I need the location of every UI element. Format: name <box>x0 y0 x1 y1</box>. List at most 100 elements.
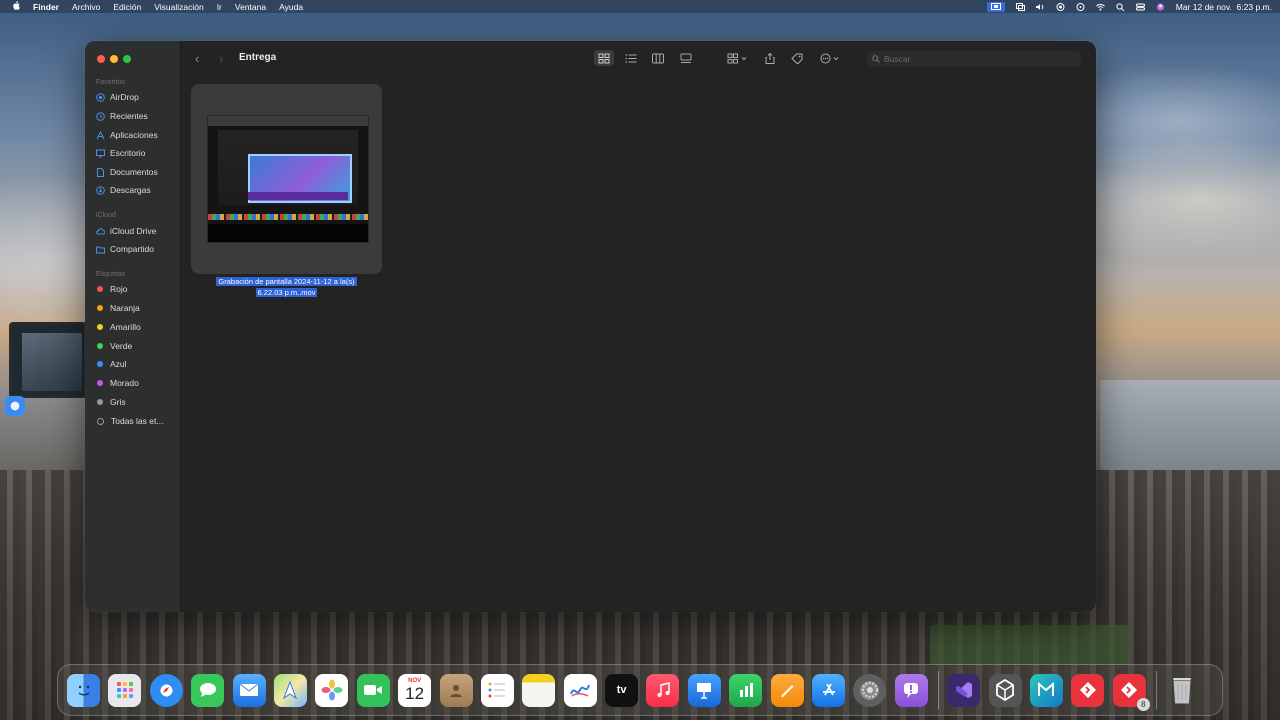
mail-icon[interactable] <box>232 673 266 707</box>
maps-icon[interactable] <box>273 673 307 707</box>
column-view-button[interactable] <box>651 52 665 64</box>
sidebar-tag-morado[interactable]: Morado <box>96 378 139 388</box>
menu-clock[interactable]: Mar 12 de nov. 6:23 p.m. <box>1176 2 1272 12</box>
volume-icon[interactable] <box>1035 3 1045 11</box>
sidebar-item-airdrop[interactable]: AirDrop <box>96 92 139 102</box>
list-view-button[interactable] <box>624 52 638 64</box>
unity-icon[interactable] <box>988 673 1022 707</box>
download-icon <box>96 185 105 195</box>
sidebar-tag-naranja[interactable]: Naranja <box>96 303 140 313</box>
sidebar-item-icloud-drive[interactable]: iCloud Drive <box>96 226 156 236</box>
search-icon <box>872 50 880 68</box>
window-controls <box>97 55 131 63</box>
visual-studio-icon[interactable] <box>947 673 981 707</box>
apple-menu-icon[interactable] <box>12 1 20 12</box>
back-icon[interactable]: ‹ <box>195 51 199 66</box>
sidebar-item-escritorio[interactable]: Escritorio <box>96 148 145 158</box>
sidebar-tag-label: Rojo <box>110 284 128 294</box>
sidebar-item-recientes[interactable]: Recientes <box>96 111 148 121</box>
gitkraken-icon[interactable]: 8 <box>1112 673 1150 711</box>
menu-edicion[interactable]: Edición <box>113 2 141 12</box>
gallery-view-button[interactable] <box>679 52 693 64</box>
contacts-icon[interactable] <box>439 673 473 707</box>
menu-archivo[interactable]: Archivo <box>72 2 100 12</box>
clock-icon <box>96 111 105 121</box>
menu-ayuda[interactable]: Ayuda <box>279 2 303 12</box>
sidebar-tag-amarillo[interactable]: Amarillo <box>96 322 141 332</box>
sidebar-item-label: Escritorio <box>110 148 146 158</box>
user-avatar-icon[interactable] <box>1156 2 1165 11</box>
messages-icon[interactable] <box>191 673 225 707</box>
siri-icon[interactable] <box>1056 2 1065 11</box>
sidebar-item-aplicaciones[interactable]: Aplicaciones <box>96 130 158 140</box>
feedback-assistant-icon[interactable] <box>894 673 928 707</box>
calendar-day: 12 <box>405 683 425 703</box>
icon-view-button[interactable] <box>594 50 614 66</box>
tag-button[interactable] <box>790 52 804 64</box>
sidebar-item-label: Recientes <box>110 111 148 121</box>
calendar-icon[interactable]: NOV 12 <box>398 673 432 707</box>
music-icon[interactable] <box>646 673 680 707</box>
zoom-button[interactable] <box>123 55 131 63</box>
launchpad-icon[interactable] <box>108 673 142 707</box>
menu-ventana[interactable]: Ventana <box>235 2 266 12</box>
reminders-icon[interactable] <box>480 673 514 707</box>
file-name-label[interactable]: Grabación de pantalla 2024-11-12 a la(s)… <box>191 276 382 298</box>
spotlight-search-icon[interactable] <box>1116 2 1125 11</box>
sidebar-item-documentos[interactable]: Documentos <box>96 167 158 177</box>
menu-ir[interactable]: Ir <box>217 2 222 12</box>
share-button[interactable] <box>763 52 777 64</box>
photos-icon[interactable] <box>315 673 349 707</box>
sidebar-tag-all[interactable]: Todas las et... <box>96 416 163 426</box>
sidebar-item-compartido[interactable]: Compartido <box>96 244 154 254</box>
minimize-button[interactable] <box>110 55 118 63</box>
sidebar-item-descargas[interactable]: Descargas <box>96 185 151 195</box>
sidebar-tag-label: Gris <box>110 397 126 407</box>
group-icon <box>727 53 747 63</box>
file-item-selected[interactable] <box>191 84 382 274</box>
group-button[interactable] <box>726 52 750 64</box>
search-placeholder: Buscar <box>884 54 911 64</box>
finder-icon[interactable] <box>67 673 100 707</box>
stage-manager-icon[interactable] <box>1015 2 1025 11</box>
more-actions-button[interactable] <box>819 52 843 64</box>
app-store-icon[interactable] <box>812 673 846 707</box>
keynote-icon[interactable] <box>687 673 721 707</box>
search-field[interactable]: Buscar <box>866 51 1081 67</box>
menu-visualizacion[interactable]: Visualización <box>154 2 203 12</box>
git-icon[interactable] <box>1071 673 1105 707</box>
desktop-window-thumbnail[interactable] <box>9 322 87 398</box>
notification-badge: 8 <box>1136 697 1150 711</box>
apple-tv-icon[interactable]: tv <box>605 673 639 707</box>
window-title: Entrega <box>239 52 277 63</box>
sidebar-tag-verde[interactable]: Verde <box>96 341 132 351</box>
facetime-icon[interactable] <box>356 673 390 707</box>
control-center-icon[interactable] <box>1135 3 1145 11</box>
focus-icon[interactable] <box>1076 2 1085 11</box>
sidebar-tag-rojo[interactable]: Rojo <box>96 284 127 294</box>
sidebar-section-favorites: Favoritos <box>96 79 125 86</box>
sidebar-tag-azul[interactable]: Azul <box>96 359 127 369</box>
freeform-icon[interactable] <box>563 673 597 707</box>
close-button[interactable] <box>97 55 105 63</box>
shared-folder-icon <box>96 245 105 254</box>
forward-icon[interactable]: › <box>219 51 223 66</box>
notes-icon[interactable] <box>522 673 556 707</box>
safari-icon[interactable] <box>5 396 25 416</box>
tag-color-dot <box>97 286 103 292</box>
file-name-line1: Grabación de pantalla 2024-11-12 a la(s) <box>216 277 357 286</box>
pages-icon[interactable] <box>770 673 804 707</box>
finder-toolbar: ‹ › Entrega Buscar <box>181 41 1096 77</box>
screen-recording-icon[interactable] <box>986 1 1005 12</box>
menu-app-name[interactable]: Finder <box>33 2 59 12</box>
numbers-icon[interactable] <box>729 673 763 707</box>
safari-dock-icon[interactable] <box>149 673 183 707</box>
unity-hub-icon[interactable] <box>1029 673 1063 707</box>
tag-color-dot <box>97 361 103 367</box>
system-settings-icon[interactable] <box>853 673 887 707</box>
menu-bar: Finder Archivo Edición Visualización Ir … <box>0 0 1280 13</box>
sidebar-tag-gris[interactable]: Gris <box>96 397 126 407</box>
trash-icon[interactable] <box>1165 674 1198 707</box>
wifi-icon[interactable] <box>1095 3 1105 11</box>
gallery-view-icon <box>680 53 692 63</box>
